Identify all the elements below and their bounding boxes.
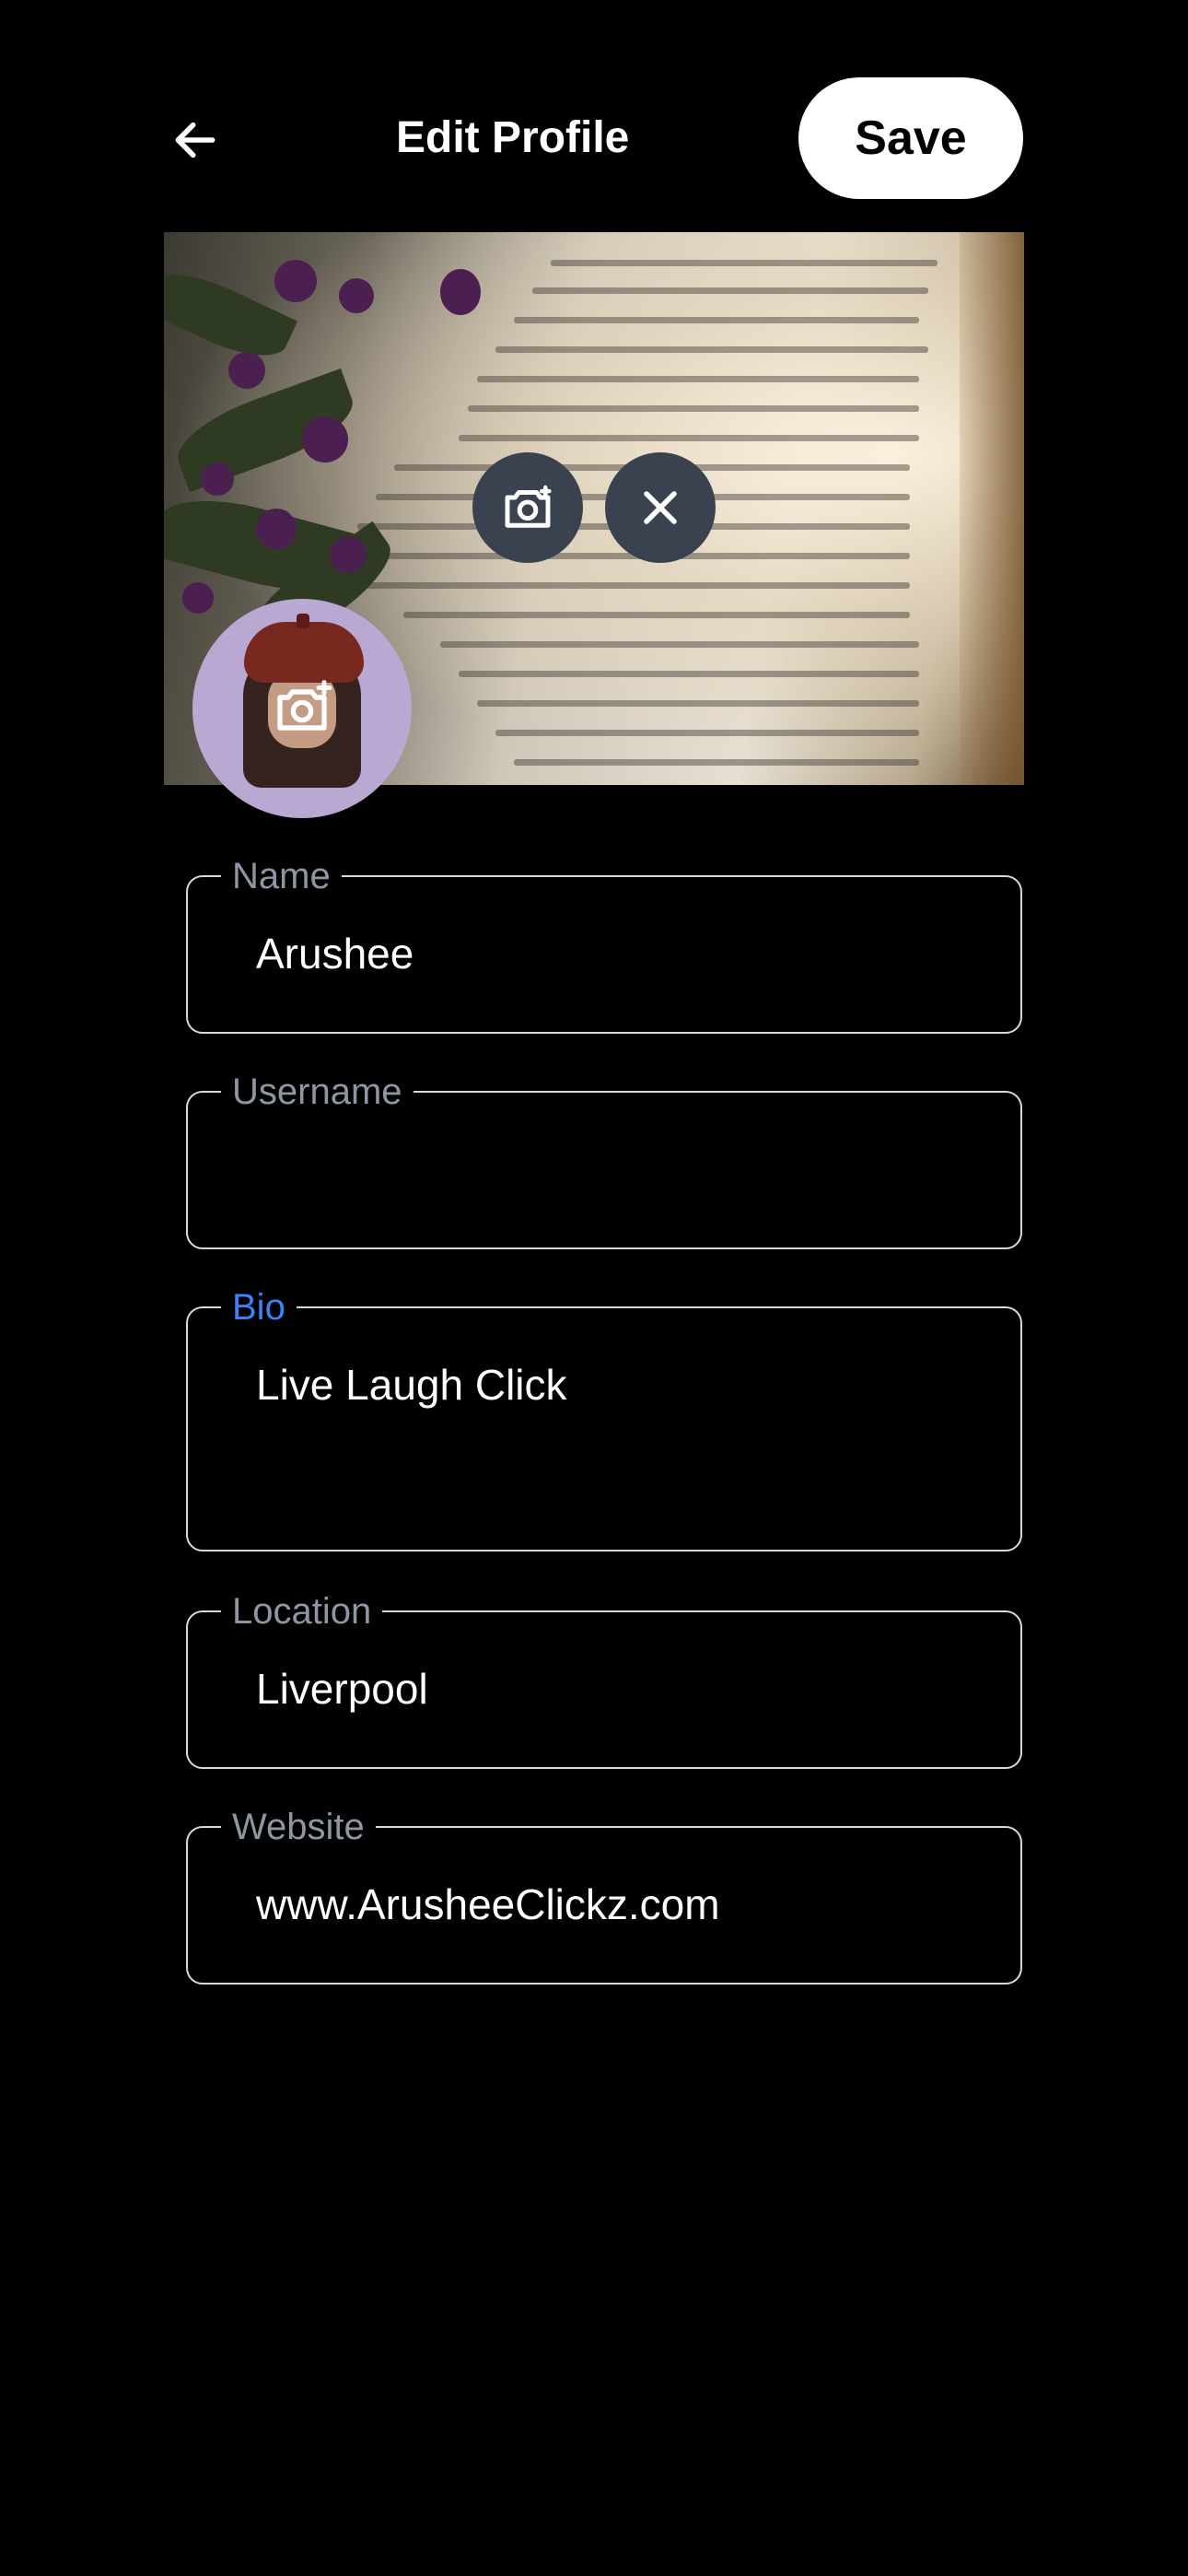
banner-book-edge — [960, 232, 1024, 785]
back-button[interactable] — [158, 103, 232, 177]
bio-label: Bio — [221, 1287, 297, 1328]
name-field[interactable]: Name Arushee — [186, 856, 1022, 1034]
username-field[interactable]: Username — [186, 1071, 1022, 1249]
camera-plus-icon — [277, 680, 332, 731]
location-field[interactable]: Location Liverpool — [186, 1591, 1022, 1769]
name-label: Name — [221, 856, 342, 896]
avatar[interactable] — [192, 599, 412, 818]
bio-field[interactable]: Bio Live Laugh Click — [186, 1287, 1022, 1551]
change-banner-button[interactable] — [472, 452, 583, 563]
location-label: Location — [221, 1591, 383, 1632]
location-value[interactable]: Liverpool — [256, 1664, 428, 1714]
website-field[interactable]: Website www.ArusheeClickz.com — [186, 1807, 1022, 1985]
bio-value[interactable]: Live Laugh Click — [256, 1360, 567, 1410]
save-button[interactable]: Save — [798, 77, 1023, 199]
close-icon — [644, 491, 677, 524]
camera-icon — [505, 485, 552, 528]
change-avatar-button[interactable] — [192, 599, 412, 818]
page-title: Edit Profile — [396, 113, 630, 162]
arrow-left-icon — [175, 122, 215, 158]
name-value[interactable]: Arushee — [256, 929, 413, 978]
website-value[interactable]: www.ArusheeClickz.com — [256, 1879, 720, 1929]
remove-banner-button[interactable] — [605, 452, 716, 563]
website-label: Website — [221, 1807, 376, 1847]
header: Edit Profile Save — [0, 0, 1188, 230]
username-label: Username — [221, 1071, 413, 1112]
